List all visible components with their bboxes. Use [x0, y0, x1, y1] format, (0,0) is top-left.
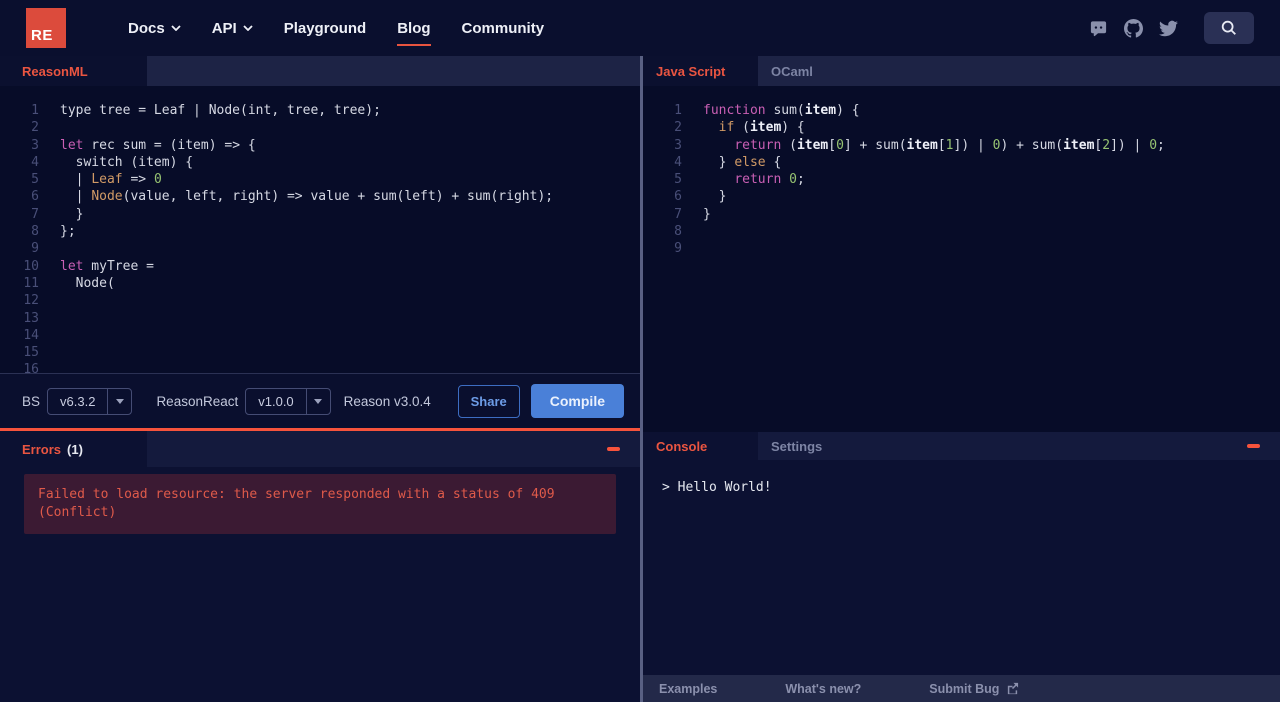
tab-reasonml[interactable]: ReasonML	[0, 56, 147, 86]
nav-link-docs[interactable]: Docs	[128, 20, 181, 37]
nav-links: Docs API Playground Blog Community	[128, 19, 545, 46]
errors-bar: Errors (1)	[0, 431, 640, 467]
tab-label: OCaml	[771, 63, 813, 79]
chevron-down-icon	[305, 388, 330, 414]
nav-right	[1089, 12, 1254, 44]
console-tabbar: Console Settings	[643, 432, 1280, 460]
line-numbers: 123456789101112131415161718	[23, 103, 39, 373]
errors-section: Errors (1) Failed to load resource: the …	[0, 431, 640, 702]
reason-editor[interactable]: 123456789101112131415161718 type tree = …	[0, 86, 640, 373]
bs-label: BS	[22, 393, 41, 409]
main-split: ReasonML 123456789101112131415161718 typ…	[0, 56, 1280, 702]
search-button[interactable]	[1204, 12, 1254, 44]
js-editor: 123456789 function sum(item) { if (item)…	[643, 86, 1280, 432]
tab-label: Settings	[771, 438, 823, 454]
tabbar-spacer	[827, 56, 1280, 86]
tab-errors[interactable]: Errors (1)	[0, 431, 147, 467]
tabbar-spacer	[147, 431, 607, 467]
tab-label: ReasonML	[22, 63, 88, 79]
chevron-down-icon	[243, 25, 253, 31]
reason-version-label: Reason v3.0.4	[343, 393, 431, 409]
github-icon[interactable]	[1124, 18, 1143, 38]
reason-logo[interactable]: RE	[26, 8, 66, 48]
reason-panel: ReasonML 123456789101112131415161718 typ…	[0, 56, 640, 702]
left-toolbar: BS v6.3.2 ReasonReact v1.0.0 Reason v3.0…	[0, 373, 640, 428]
external-link-icon	[1008, 682, 1019, 695]
line-numbers: 123456789	[674, 103, 682, 257]
submit-bug-link[interactable]: Submit Bug	[929, 682, 1019, 696]
share-button[interactable]: Share	[457, 384, 520, 418]
console-output: > Hello World!	[643, 460, 1280, 675]
tab-label: Console	[656, 438, 708, 454]
nav-link-community[interactable]: Community	[462, 20, 545, 37]
nav-link-label: API	[211, 19, 237, 37]
output-panel: Java Script OCaml 123456789 function sum…	[643, 56, 1280, 702]
collapse-console-icon[interactable]	[1247, 444, 1260, 448]
nav-link-label: Blog	[397, 19, 431, 37]
tab-label: Java Script	[656, 63, 726, 79]
search-icon	[1221, 20, 1236, 35]
tabbar-spacer	[836, 432, 1247, 460]
twitter-icon[interactable]	[1159, 19, 1178, 38]
nav-link-label: Community	[461, 19, 545, 37]
bs-version-dropdown[interactable]: v6.3.2	[47, 387, 133, 415]
js-code: function sum(item) { if (item) { return …	[703, 103, 1165, 222]
nav-link-api[interactable]: API	[212, 20, 253, 37]
nav-link-label: Playground	[283, 19, 367, 37]
errors-title: Errors	[22, 441, 62, 457]
errors-count-badge: (1)	[67, 441, 83, 457]
collapse-errors-icon[interactable]	[607, 447, 620, 451]
reason-code: type tree = Leaf | Node(int, tree, tree)…	[60, 103, 554, 291]
chevron-down-icon	[171, 25, 181, 31]
examples-link[interactable]: Examples	[659, 682, 717, 696]
reasonreact-version-dropdown[interactable]: v1.0.0	[245, 387, 331, 415]
tab-console[interactable]: Console	[643, 432, 758, 460]
error-message: Failed to load resource: the server resp…	[24, 474, 616, 534]
compile-button[interactable]: Compile	[530, 384, 624, 418]
tab-javascript[interactable]: Java Script	[643, 56, 758, 86]
discord-icon[interactable]	[1089, 19, 1108, 38]
tabbar-spacer	[147, 56, 640, 86]
reasonreact-label: ReasonReact	[156, 393, 239, 409]
nav-link-blog[interactable]: Blog	[397, 19, 431, 46]
tab-settings[interactable]: Settings	[758, 432, 836, 460]
nav-link-label: Docs	[128, 19, 165, 37]
nav-link-playground[interactable]: Playground	[284, 20, 367, 37]
left-tabbar: ReasonML	[0, 56, 640, 86]
reasonreact-version-value: v1.0.0	[258, 393, 294, 409]
top-nav: RE Docs API Playground Blog Community	[0, 0, 1280, 56]
tab-ocaml[interactable]: OCaml	[758, 56, 827, 86]
right-footer: Examples What's new? Submit Bug	[643, 675, 1280, 702]
submit-bug-label: Submit Bug	[929, 681, 1000, 696]
right-tabbar: Java Script OCaml	[643, 56, 1280, 86]
bs-version-value: v6.3.2	[60, 393, 96, 409]
whats-new-link[interactable]: What's new?	[785, 682, 861, 696]
chevron-down-icon	[107, 388, 131, 414]
